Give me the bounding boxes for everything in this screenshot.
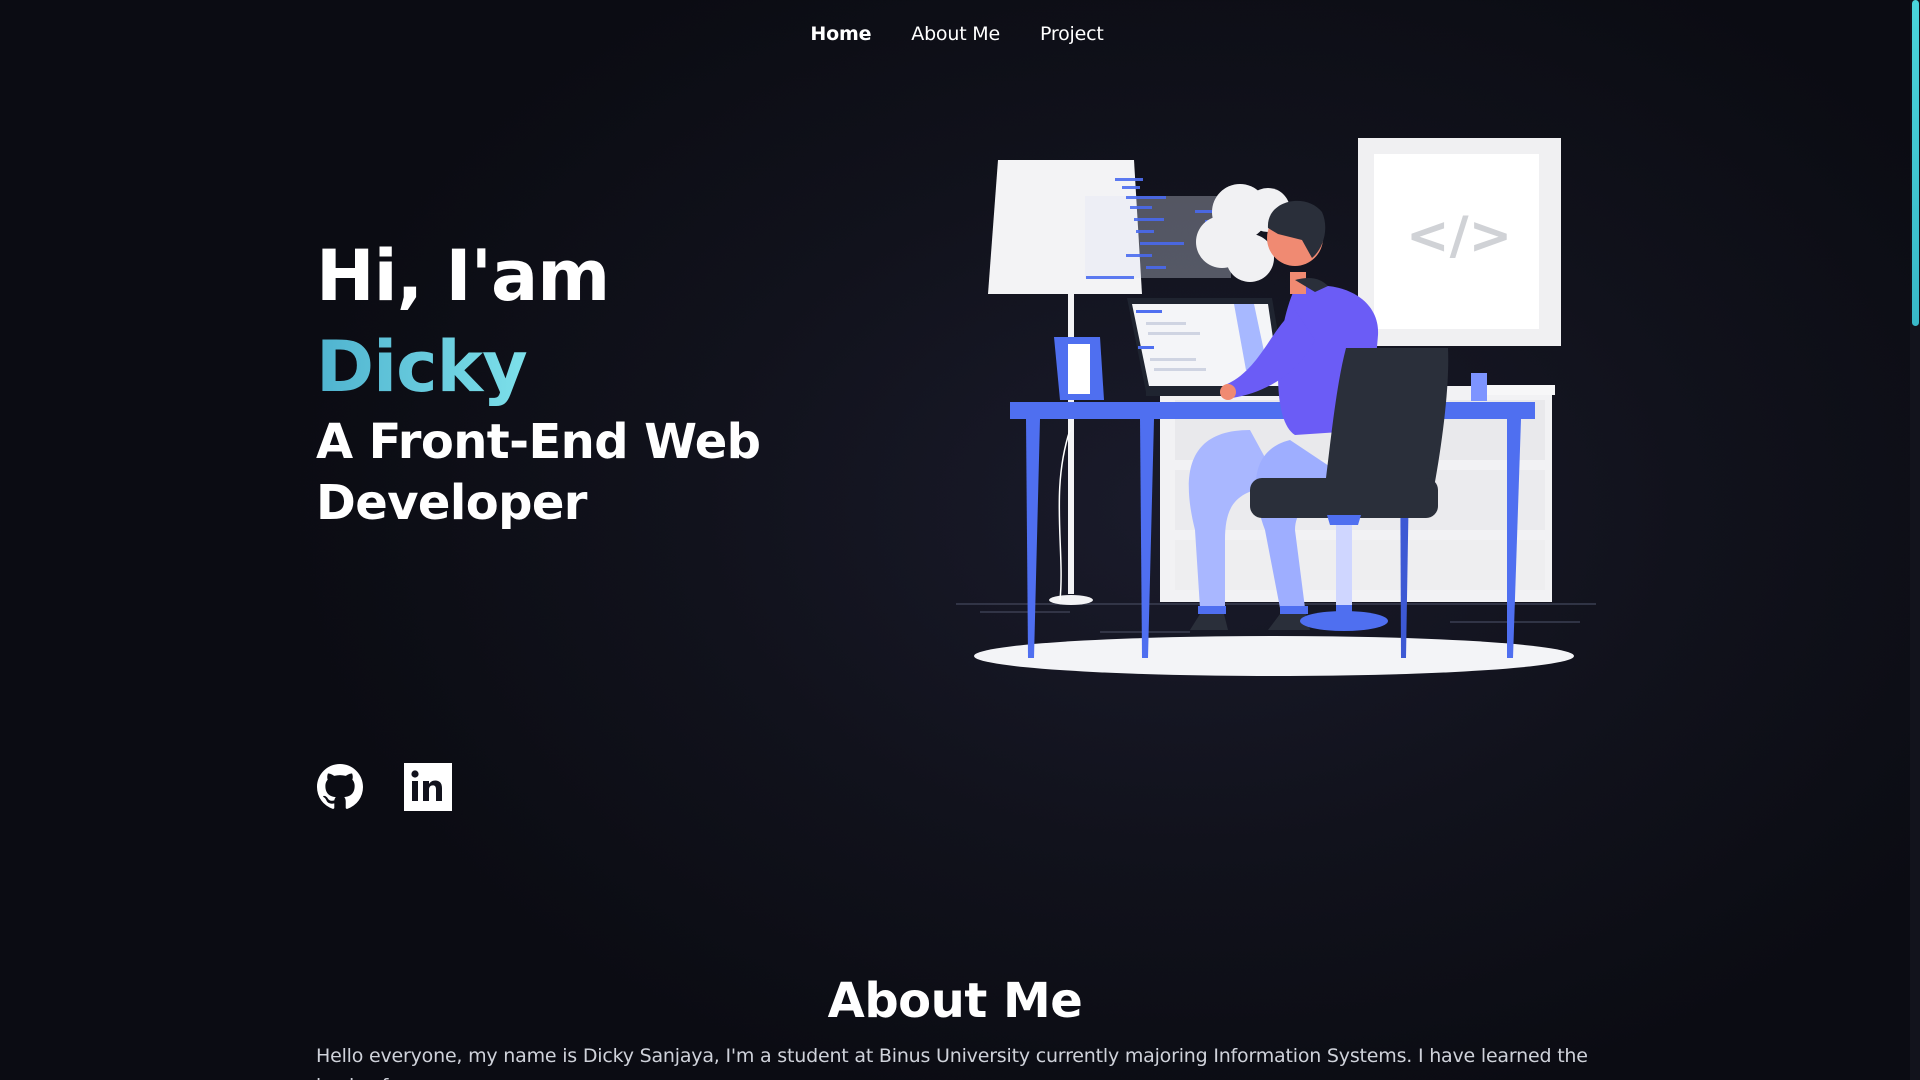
nav-about-me[interactable]: About Me bbox=[911, 23, 1000, 45]
linkedin-icon[interactable] bbox=[404, 763, 452, 811]
code-symbol: </> bbox=[1406, 206, 1512, 266]
github-icon[interactable] bbox=[316, 763, 364, 811]
top-nav: Home About Me Project bbox=[0, 0, 1920, 68]
scrollbar-track[interactable] bbox=[1910, 0, 1920, 1080]
hero-role: A Front-End Web Developer bbox=[316, 414, 761, 531]
nav-home[interactable]: Home bbox=[810, 23, 871, 45]
about-title: About Me bbox=[827, 973, 1083, 1029]
social-links bbox=[316, 763, 452, 811]
nav-project[interactable]: Project bbox=[1040, 23, 1104, 45]
scrollbar-thumb[interactable] bbox=[1912, 0, 1919, 326]
developer-at-desk-illustration: </> bbox=[950, 130, 1610, 690]
about-text: Hello everyone, my name is Dicky Sanjaya… bbox=[316, 1045, 1588, 1080]
hero-greeting: Hi, I'am bbox=[316, 235, 610, 317]
hero-name: Dicky bbox=[316, 326, 528, 408]
